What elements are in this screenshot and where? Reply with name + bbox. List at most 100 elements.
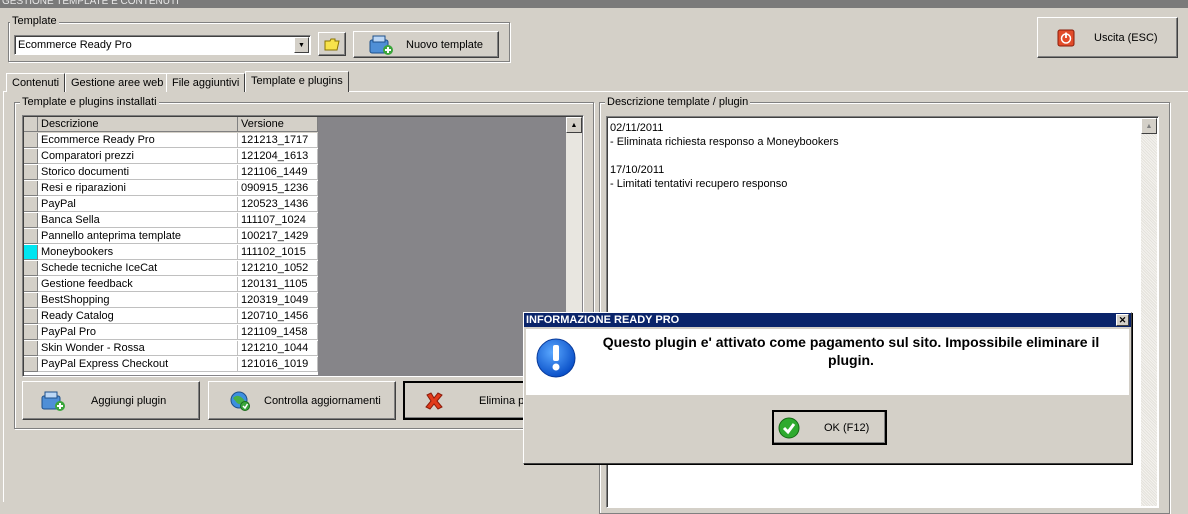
cell-descrizione[interactable]: PayPal <box>38 197 238 212</box>
cell-descrizione[interactable]: Banca Sella <box>38 213 238 228</box>
row-indicator[interactable] <box>24 325 38 340</box>
row-indicator[interactable] <box>24 197 38 212</box>
row-indicator[interactable] <box>24 341 38 356</box>
cell-versione[interactable]: 111102_1015 <box>238 245 318 260</box>
info-dialog: INFORMAZIONE READY PRO ✕ Questo plugin e… <box>523 312 1132 464</box>
description-line: - Eliminata richiesta responso a Moneybo… <box>610 136 839 148</box>
description-scrollbar[interactable]: ▲ <box>1141 118 1157 506</box>
tab-template-e-plugins[interactable]: Template e plugins <box>245 71 349 92</box>
row-indicator[interactable] <box>24 309 38 324</box>
cell-descrizione[interactable]: PayPal Pro <box>38 325 238 340</box>
dialog-ok-button[interactable]: OK (F12) <box>772 410 887 445</box>
cell-descrizione[interactable]: Comparatori prezzi <box>38 149 238 164</box>
dialog-title-text: INFORMAZIONE READY PRO <box>526 314 680 326</box>
folder-icon <box>324 38 340 50</box>
open-folder-button[interactable] <box>318 32 346 56</box>
chevron-down-icon[interactable]: ▼ <box>294 37 309 53</box>
table-row[interactable]: Schede tecniche IceCat 121210_1052 <box>24 261 318 277</box>
cell-versione[interactable]: 121016_1019 <box>238 357 318 372</box>
cell-descrizione[interactable]: BestShopping <box>38 293 238 308</box>
plugins-grid: Descrizione Versione Ecommerce Ready Pro… <box>22 115 584 377</box>
row-indicator[interactable] <box>24 293 38 308</box>
dialog-message: Questo plugin e' attivato come pagamento… <box>602 334 1100 368</box>
cell-descrizione[interactable]: Gestione feedback <box>38 277 238 292</box>
table-row[interactable]: BestShopping 120319_1049 <box>24 293 318 309</box>
cell-versione[interactable]: 120523_1436 <box>238 197 318 212</box>
window-title: GESTIONE TEMPLATE E CONTENUTI <box>0 0 1188 8</box>
grid-body: Descrizione Versione Ecommerce Ready Pro… <box>24 117 318 375</box>
table-row[interactable]: Banca Sella 111107_1024 <box>24 213 318 229</box>
dialog-ok-label: OK (F12) <box>824 421 870 434</box>
description-line <box>610 149 839 163</box>
cell-descrizione[interactable]: Ecommerce Ready Pro <box>38 133 238 148</box>
description-line: 02/11/2011 <box>610 122 664 134</box>
tab-file-aggiuntivi[interactable]: File aggiuntivi <box>166 73 246 92</box>
table-row[interactable]: PayPal Express Checkout 121016_1019 <box>24 357 318 373</box>
cell-descrizione[interactable]: Skin Wonder - Rossa <box>38 341 238 356</box>
cell-versione[interactable]: 100217_1429 <box>238 229 318 244</box>
cell-descrizione[interactable]: Storico documenti <box>38 165 238 180</box>
dialog-title: INFORMAZIONE READY PRO ✕ <box>524 313 1131 327</box>
add-plugin-button[interactable]: Aggiungi plugin <box>22 381 200 420</box>
cell-versione[interactable]: 121204_1613 <box>238 149 318 164</box>
cell-versione[interactable]: 121210_1052 <box>238 261 318 276</box>
cell-versione[interactable]: 120710_1456 <box>238 309 318 324</box>
table-row[interactable]: Storico documenti 121106_1449 <box>24 165 318 181</box>
description-line: - Limitati tentativi recupero responso <box>610 178 788 190</box>
cell-versione[interactable]: 121106_1449 <box>238 165 318 180</box>
table-row[interactable]: Pannello anteprima template 100217_1429 <box>24 229 318 245</box>
table-row[interactable]: Skin Wonder - Rossa 121210_1044 <box>24 341 318 357</box>
cell-descrizione[interactable]: Resi e riparazioni <box>38 181 238 196</box>
template-group-legend: Template <box>10 15 59 27</box>
delete-plugin-label: Elimina pl <box>479 394 527 407</box>
cell-versione[interactable]: 121210_1044 <box>238 341 318 356</box>
row-indicator[interactable] <box>24 261 38 276</box>
delete-x-icon <box>425 391 443 410</box>
column-descrizione[interactable]: Descrizione <box>38 117 238 132</box>
cell-versione[interactable]: 121213_1717 <box>238 133 318 148</box>
tab-gestione-aree-web[interactable]: Gestione aree web <box>65 73 170 92</box>
cell-descrizione[interactable]: Pannello anteprima template <box>38 229 238 244</box>
table-row[interactable]: Ready Catalog 120710_1456 <box>24 309 318 325</box>
row-indicator[interactable] <box>24 181 38 196</box>
row-indicator[interactable] <box>24 213 38 228</box>
cell-descrizione[interactable]: Ready Catalog <box>38 309 238 324</box>
cell-versione[interactable]: 111107_1024 <box>238 213 318 228</box>
cell-versione[interactable]: 090915_1236 <box>238 181 318 196</box>
row-indicator[interactable] <box>24 229 38 244</box>
description-scroll-up-icon[interactable]: ▲ <box>1141 118 1157 134</box>
scroll-up-icon[interactable]: ▲ <box>566 117 582 133</box>
template-select[interactable]: Ecommerce Ready Pro ▼ <box>14 35 311 55</box>
row-indicator[interactable] <box>24 357 38 372</box>
cell-descrizione[interactable]: PayPal Express Checkout <box>38 357 238 372</box>
info-icon <box>536 338 576 378</box>
row-indicator[interactable] <box>24 133 38 148</box>
installed-group-legend: Template e plugins installati <box>20 96 159 108</box>
check-updates-label: Controlla aggiornamenti <box>264 394 381 407</box>
cell-versione[interactable]: 120319_1049 <box>238 293 318 308</box>
row-indicator[interactable] <box>24 149 38 164</box>
cell-versione[interactable]: 120131_1105 <box>238 277 318 292</box>
exit-button[interactable]: Uscita (ESC) <box>1037 17 1178 58</box>
new-template-button[interactable]: Nuovo template <box>353 31 499 58</box>
check-circle-icon <box>778 417 800 438</box>
cell-descrizione[interactable]: Schede tecniche IceCat <box>38 261 238 276</box>
table-row[interactable]: Moneybookers 111102_1015 <box>24 245 318 261</box>
table-row[interactable]: Gestione feedback 120131_1105 <box>24 277 318 293</box>
table-row[interactable]: Resi e riparazioni 090915_1236 <box>24 181 318 197</box>
row-indicator[interactable] <box>24 277 38 292</box>
description-text: 02/11/2011 - Eliminata richiesta responso… <box>610 121 839 191</box>
cell-descrizione[interactable]: Moneybookers <box>38 245 238 260</box>
row-indicator[interactable] <box>24 165 38 180</box>
table-row[interactable]: PayPal Pro 121109_1458 <box>24 325 318 341</box>
cell-versione[interactable]: 121109_1458 <box>238 325 318 340</box>
table-row[interactable]: PayPal 120523_1436 <box>24 197 318 213</box>
table-row[interactable]: Ecommerce Ready Pro 121213_1717 <box>24 133 318 149</box>
row-indicator[interactable] <box>24 245 38 260</box>
tab-contenuti[interactable]: Contenuti <box>6 73 66 92</box>
dialog-close-icon[interactable]: ✕ <box>1116 314 1129 326</box>
column-versione[interactable]: Versione <box>238 117 318 132</box>
add-plugin-label: Aggiungi plugin <box>91 394 167 407</box>
table-row[interactable]: Comparatori prezzi 121204_1613 <box>24 149 318 165</box>
check-updates-button[interactable]: Controlla aggiornamenti <box>208 381 396 420</box>
